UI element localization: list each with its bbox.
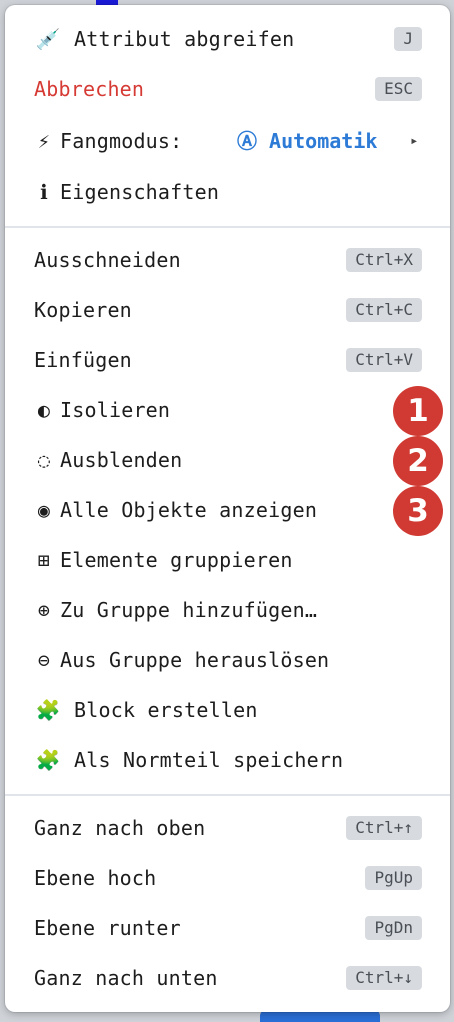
menu-item-label: Fangmodus: bbox=[60, 129, 183, 153]
shortcut-badge: J bbox=[394, 27, 422, 51]
menu-item-label: Eigenschaften bbox=[60, 180, 220, 204]
shortcut-badge: Ctrl+X bbox=[346, 248, 422, 272]
menu-item-aus-gruppe-herausloesen[interactable]: ⊖ Aus Gruppe herauslösen bbox=[5, 635, 450, 685]
add-circle-icon: ⊕ bbox=[37, 598, 51, 622]
annotation-badge-2: 2 bbox=[393, 436, 443, 486]
menu-item-elemente-gruppieren[interactable]: ⊞ Elemente gruppieren bbox=[5, 535, 450, 585]
menu-item-isolieren[interactable]: ◐ Isolieren bbox=[5, 385, 450, 435]
menu-item-label: Attribut abgreifen bbox=[74, 27, 295, 51]
menu-item-alle-objekte-anzeigen[interactable]: ◉ Alle Objekte anzeigen bbox=[5, 485, 450, 535]
menu-item-eigenschaften[interactable]: ℹ Eigenschaften bbox=[5, 167, 450, 217]
filled-circle-icon: ◉ bbox=[37, 498, 51, 522]
shortcut-badge: Ctrl+V bbox=[346, 348, 422, 372]
menu-item-zu-gruppe-hinzufuegen[interactable]: ⊕ Zu Gruppe hinzufügen… bbox=[5, 585, 450, 635]
menu-item-label: Ausblenden bbox=[60, 448, 183, 472]
menu-item-ausblenden[interactable]: ◌ Ausblenden bbox=[5, 435, 450, 485]
menu-item-einfuegen[interactable]: Einfügen Ctrl+V bbox=[5, 335, 450, 385]
menu-item-label: Ganz nach unten bbox=[34, 966, 218, 990]
menu-item-abbrechen[interactable]: Abbrechen ESC bbox=[5, 64, 450, 114]
dotted-circle-icon: ◌ bbox=[37, 448, 51, 472]
menu-item-block-erstellen[interactable]: 🧩 Block erstellen bbox=[5, 685, 450, 735]
syringe-icon: 💉 bbox=[35, 27, 61, 51]
puzzle-icon: 🧩 bbox=[35, 698, 61, 722]
shortcut-badge: PgDn bbox=[365, 916, 422, 940]
menu-item-label: Kopieren bbox=[34, 298, 132, 322]
auto-mode-icon: Ⓐ bbox=[237, 129, 257, 153]
menu-item-label: Ganz nach oben bbox=[34, 816, 206, 840]
menu-item-label: Ausschneiden bbox=[34, 248, 181, 272]
puzzle-icon: 🧩 bbox=[35, 748, 61, 772]
menu-item-label: Einfügen bbox=[34, 348, 132, 372]
shortcut-badge: ESC bbox=[375, 77, 422, 101]
group-icon: ⊞ bbox=[37, 548, 51, 572]
snap-mode-value: Automatik bbox=[269, 129, 378, 153]
menu-separator bbox=[5, 226, 450, 228]
menu-item-label: Ebene runter bbox=[34, 916, 181, 940]
shortcut-badge: Ctrl+C bbox=[346, 298, 422, 322]
shortcut-badge: Ctrl+↓ bbox=[346, 966, 422, 990]
remove-circle-icon: ⊖ bbox=[37, 648, 51, 672]
menu-item-label: Als Normteil speichern bbox=[74, 748, 344, 772]
menu-item-label: Zu Gruppe hinzufügen… bbox=[60, 598, 318, 622]
lightning-icon: ⚡ bbox=[37, 129, 51, 153]
half-circle-icon: ◐ bbox=[37, 398, 51, 422]
annotation-badge-3: 3 bbox=[393, 486, 443, 536]
menu-item-label: Alle Objekte anzeigen bbox=[60, 498, 318, 522]
menu-item-label: Abbrechen bbox=[34, 77, 145, 101]
info-icon: ℹ bbox=[40, 180, 48, 204]
menu-item-fangmodus[interactable]: ⚡ Fangmodus: Ⓐ Automatik ▸ bbox=[5, 116, 450, 166]
menu-item-ganz-nach-unten[interactable]: Ganz nach unten Ctrl+↓ bbox=[5, 953, 450, 1003]
menu-item-ebene-hoch[interactable]: Ebene hoch PgUp bbox=[5, 853, 450, 903]
menu-item-als-normteil-speichern[interactable]: 🧩 Als Normteil speichern bbox=[5, 735, 450, 785]
submenu-arrow-icon: ▸ bbox=[410, 133, 419, 149]
menu-item-label: Elemente gruppieren bbox=[60, 548, 293, 572]
menu-item-ausschneiden[interactable]: Ausschneiden Ctrl+X bbox=[5, 235, 450, 285]
menu-item-label: Block erstellen bbox=[74, 698, 258, 722]
shortcut-badge: PgUp bbox=[365, 866, 422, 890]
menu-item-ganz-nach-oben[interactable]: Ganz nach oben Ctrl+↑ bbox=[5, 803, 450, 853]
menu-item-ebene-runter[interactable]: Ebene runter PgDn bbox=[5, 903, 450, 953]
menu-item-label: Aus Gruppe herauslösen bbox=[60, 648, 330, 672]
shortcut-badge: Ctrl+↑ bbox=[346, 816, 422, 840]
context-menu: 💉 Attribut abgreifen J Abbrechen ESC ⚡ Fan… bbox=[5, 5, 450, 1012]
annotation-badge-1: 1 bbox=[393, 386, 443, 436]
menu-separator bbox=[5, 794, 450, 796]
menu-item-kopieren[interactable]: Kopieren Ctrl+C bbox=[5, 285, 450, 335]
menu-item-label: Isolieren bbox=[60, 398, 171, 422]
menu-item-label: Ebene hoch bbox=[34, 866, 157, 890]
menu-item-attribut-abgreifen[interactable]: 💉 Attribut abgreifen J bbox=[5, 14, 450, 64]
